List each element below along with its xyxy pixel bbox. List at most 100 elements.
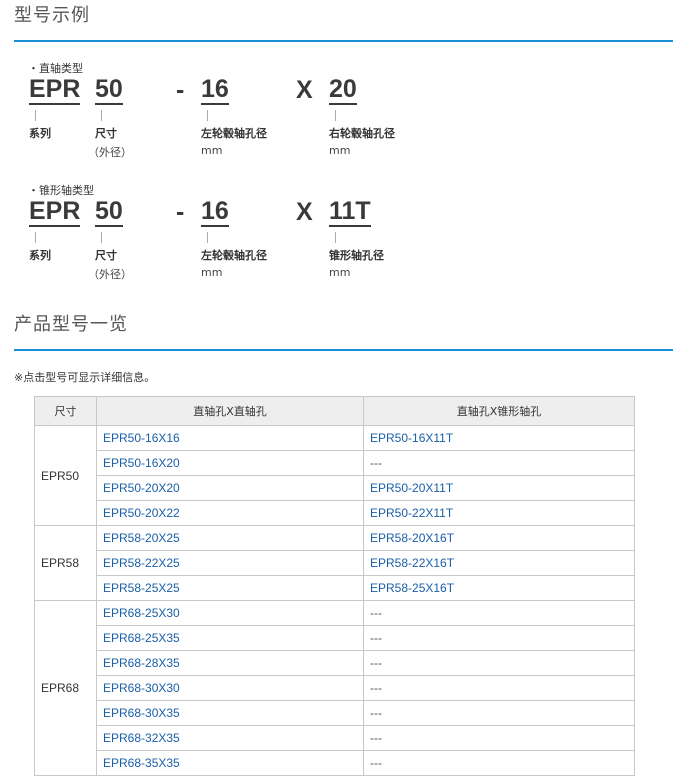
empty-cell: --- — [363, 650, 635, 676]
tick — [101, 110, 102, 121]
caption-right-bore: 右轮毂轴孔径 — [329, 127, 395, 140]
table-row: EPR68-32X35 --- — [35, 725, 635, 751]
straight-model-cell: EPR50-16X16 — [96, 425, 364, 451]
example-type-label: ・直轴类型 — [28, 62, 83, 75]
empty-cell: --- — [363, 675, 635, 701]
code-size: 50 — [95, 197, 123, 227]
model-link[interactable]: EPR58-20X25 — [103, 531, 180, 545]
table-row: EPR68-30X35 --- — [35, 700, 635, 726]
straight-model-cell: EPR58-20X25 — [96, 525, 364, 551]
model-link[interactable]: EPR58-22X25 — [103, 556, 180, 570]
empty-cell: --- — [363, 625, 635, 651]
model-link[interactable]: EPR68-30X35 — [103, 706, 180, 720]
model-link[interactable]: EPR58-20X16T — [370, 531, 454, 545]
section-title-model-example: 型号示例 — [14, 5, 90, 26]
model-link[interactable]: EPR58-25X16T — [370, 581, 454, 595]
size-cell: EPR68 — [34, 600, 97, 776]
header-straight-taper: 直轴孔X锥形轴孔 — [363, 396, 635, 426]
table-row: EPR68-30X30 --- — [35, 675, 635, 701]
code-times: X — [296, 198, 313, 226]
tick — [207, 110, 208, 121]
example-straight-shaft: ・直轴类型 EPR 50 - 16 X 20 系列 尺寸 （外径） 左轮毂轴孔径… — [0, 60, 673, 170]
taper-model-cell: EPR58-20X16T — [363, 525, 635, 551]
table-row: EPR68-35X35 --- — [35, 750, 635, 776]
empty-cell: --- — [363, 750, 635, 776]
model-link[interactable]: EPR50-16X16 — [103, 431, 180, 445]
model-link[interactable]: EPR68-28X35 — [103, 656, 180, 670]
model-link[interactable]: EPR50-16X11T — [370, 431, 453, 445]
empty-cell: --- — [363, 700, 635, 726]
model-link[interactable]: EPR68-25X35 — [103, 631, 180, 645]
code-times: X — [296, 76, 313, 104]
code-dash: - — [176, 198, 185, 226]
caption-right-bore: 锥形轴孔径 — [329, 249, 384, 262]
code-left-bore: 16 — [201, 75, 229, 105]
code-left-bore: 16 — [201, 197, 229, 227]
straight-model-cell: EPR68-25X35 — [96, 625, 364, 651]
straight-model-cell: EPR68-30X35 — [96, 700, 364, 726]
empty-cell: --- — [363, 600, 635, 626]
caption-left-bore: 左轮毂轴孔径 — [201, 249, 267, 262]
model-link[interactable]: EPR50-16X20 — [103, 456, 180, 470]
model-link[interactable]: EPR58-22X16T — [370, 556, 454, 570]
table-row: EPR68-28X35 --- — [35, 650, 635, 676]
table-row: EPR50-20X20 EPR50-20X11T — [35, 475, 635, 501]
example-type-label: ・锥形轴类型 — [28, 184, 94, 197]
straight-model-cell: EPR58-22X25 — [96, 550, 364, 576]
model-link[interactable]: EPR58-25X25 — [103, 581, 180, 595]
model-link[interactable]: EPR50-20X11T — [370, 481, 453, 495]
tick — [35, 232, 36, 243]
model-link[interactable]: EPR68-30X30 — [103, 681, 180, 695]
caption-size: 尺寸 — [95, 249, 117, 262]
caption-size-sub: （外径） — [88, 268, 132, 281]
model-table: 尺寸 直轴孔X直轴孔 直轴孔X锥形轴孔 EPR50 EPR50-16X16 EPR5… — [34, 396, 635, 776]
caption-right-unit: mm — [329, 144, 351, 157]
straight-model-cell: EPR68-30X30 — [96, 675, 364, 701]
caption-series: 系列 — [29, 249, 51, 262]
straight-model-cell: EPR68-35X35 — [96, 750, 364, 776]
straight-model-cell: EPR50-20X22 — [96, 500, 364, 526]
taper-model-cell: EPR50-22X11T — [363, 500, 635, 526]
tick — [101, 232, 102, 243]
model-link[interactable]: EPR68-35X35 — [103, 756, 180, 770]
model-link[interactable]: EPR50-20X22 — [103, 506, 180, 520]
caption-right-unit: mm — [329, 266, 351, 279]
table-row: EPR58 EPR58-20X25 EPR58-20X16T — [34, 525, 635, 601]
tick — [35, 110, 36, 121]
code-series: EPR — [29, 75, 81, 105]
header-size: 尺寸 — [34, 396, 97, 426]
straight-model-cell: EPR68-28X35 — [96, 650, 364, 676]
table-row: EPR68-25X35 --- — [35, 625, 635, 651]
size-cell: EPR58 — [34, 525, 97, 601]
model-link[interactable]: EPR50-22X11T — [370, 506, 453, 520]
tick — [335, 110, 336, 121]
straight-model-cell: EPR68-32X35 — [96, 725, 364, 751]
tick — [207, 232, 208, 243]
straight-model-cell: EPR50-16X20 — [96, 450, 364, 476]
caption-series: 系列 — [29, 127, 51, 140]
code-right-bore: 20 — [329, 75, 357, 105]
straight-model-cell: EPR50-20X20 — [96, 475, 364, 501]
tick — [335, 232, 336, 243]
model-link[interactable]: EPR68-32X35 — [103, 731, 180, 745]
section-divider — [14, 40, 673, 42]
table-row: EPR58-25X25 EPR58-25X16T — [35, 575, 635, 601]
table-row: EPR50-16X20 --- — [35, 450, 635, 476]
caption-size: 尺寸 — [95, 127, 117, 140]
code-dash: - — [176, 76, 185, 104]
code-size: 50 — [95, 75, 123, 105]
section-divider — [14, 349, 673, 351]
taper-model-cell: EPR50-20X11T — [363, 475, 635, 501]
table-row: EPR68 EPR68-25X30 --- — [34, 600, 635, 776]
straight-model-cell: EPR58-25X25 — [96, 575, 364, 601]
caption-left-bore: 左轮毂轴孔径 — [201, 127, 267, 140]
click-hint-note: ※点击型号可显示详细信息。 — [14, 371, 156, 384]
taper-model-cell: EPR58-25X16T — [363, 575, 635, 601]
model-link[interactable]: EPR50-20X20 — [103, 481, 180, 495]
code-right-bore: 11T — [329, 197, 371, 227]
table-header-row: 尺寸 直轴孔X直轴孔 直轴孔X锥形轴孔 — [34, 396, 635, 426]
caption-left-unit: mm — [201, 144, 223, 157]
model-link[interactable]: EPR68-25X30 — [103, 606, 180, 620]
code-series: EPR — [29, 197, 81, 227]
table-row: EPR58-22X25 EPR58-22X16T — [35, 550, 635, 576]
